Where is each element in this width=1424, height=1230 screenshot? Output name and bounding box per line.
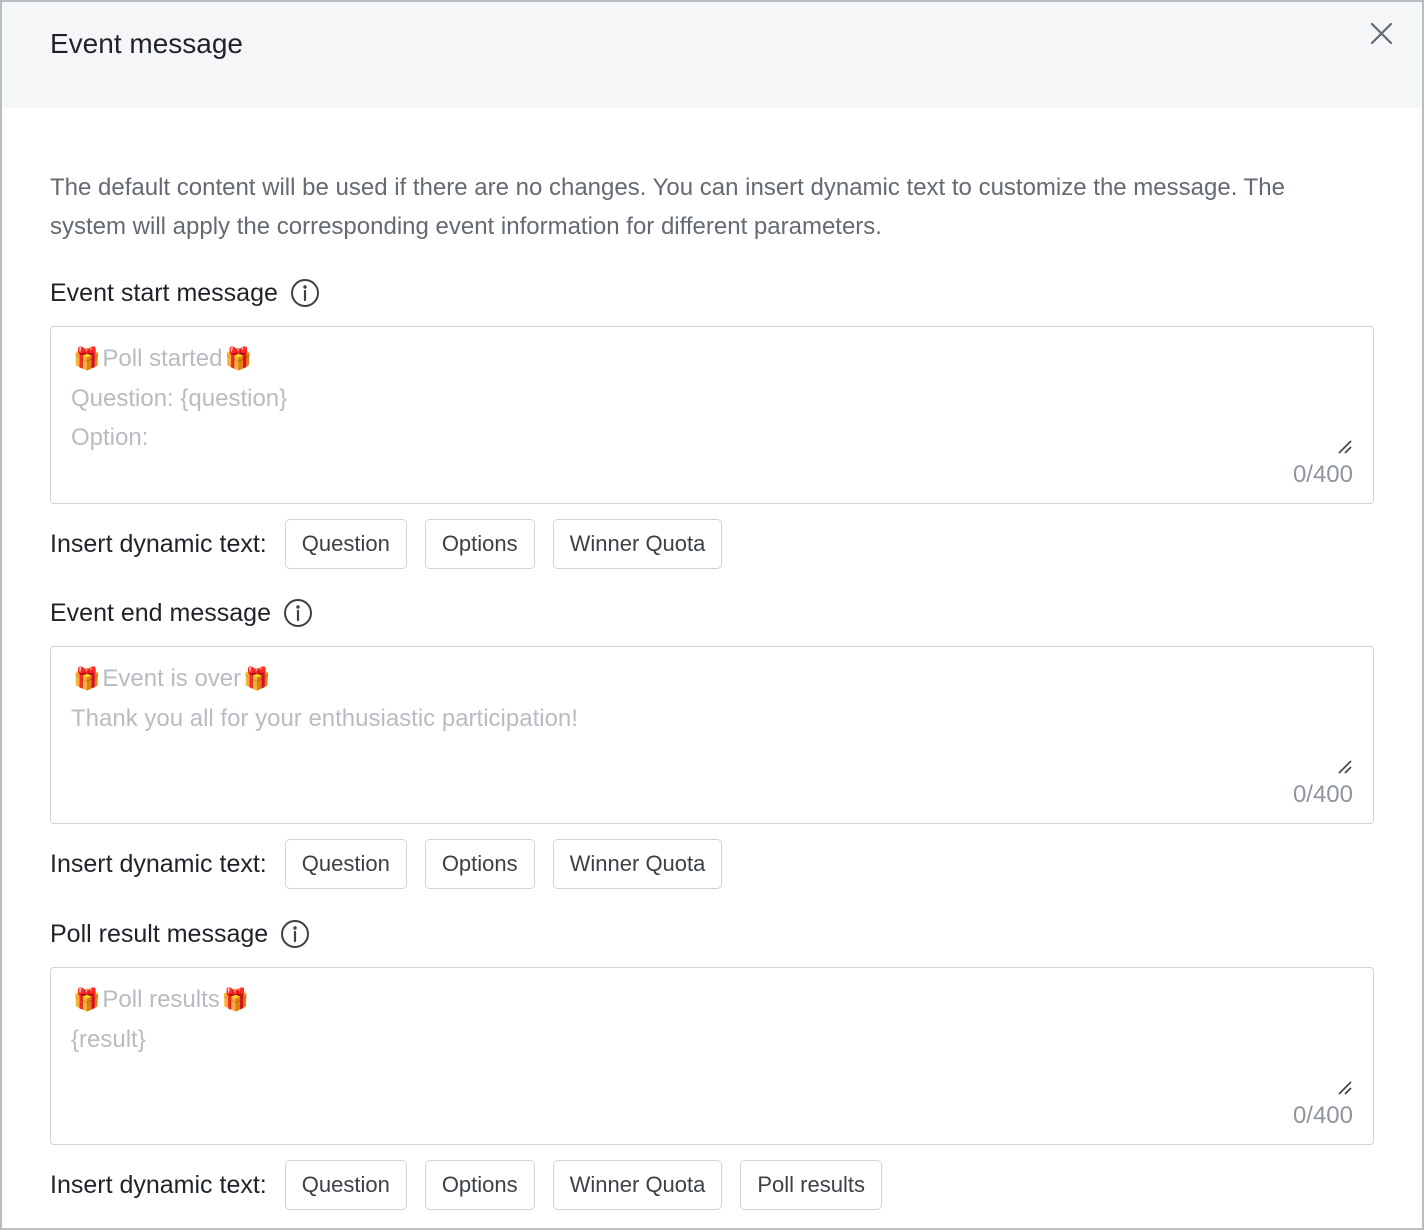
insert-poll-results-button[interactable]: Poll results [740,1160,882,1210]
dialog-header: Event message [2,2,1422,108]
insert-options-button[interactable]: Options [424,1160,535,1210]
gift-icon: 🎁 [224,346,252,371]
placeholder-line: 🎁Event is over🎁 [71,659,578,699]
textarea-placeholder: 🎁Poll started🎁 Question: {question} Option… [71,339,287,458]
info-icon[interactable] [290,278,320,308]
event-message-dialog: Event message The default content will b… [0,0,1424,1230]
insert-dynamic-text-row: Insert dynamic text: Question Options Winne… [50,519,740,569]
section-title: Event end message [50,598,313,628]
insert-dynamic-text-row: Insert dynamic text: Question Options Winne… [50,1160,900,1210]
gift-icon: 🎁 [73,666,101,691]
description-text: The default content will be used if ther… [50,174,1285,240]
placeholder-text: Poll results [102,986,220,1013]
resize-handle-icon[interactable] [1337,759,1353,775]
insert-dynamic-text-label: Insert dynamic text: [50,849,267,878]
info-icon[interactable] [283,598,313,628]
placeholder-line: 🎁Poll started🎁 [71,339,287,379]
section-title: Poll result message [50,919,310,949]
section-title: Event start message [50,278,320,308]
insert-winner-quota-button[interactable]: Winner Quota [552,839,723,889]
insert-question-button[interactable]: Question [284,1160,407,1210]
character-counter: 0/400 [1292,781,1353,808]
insert-question-button[interactable]: Question [284,839,407,889]
character-counter: 0/400 [1292,1102,1353,1129]
insert-options-button[interactable]: Options [424,839,535,889]
message-textarea[interactable]: 🎁Poll results🎁 {result} 0/400 [50,967,1374,1145]
gift-icon: 🎁 [243,666,271,691]
section-title-label: Event start message [50,278,278,307]
dialog-title: Event message [50,28,243,59]
placeholder-line: Thank you all for your enthusiastic part… [71,704,578,732]
close-button[interactable] [1364,18,1398,52]
placeholder-text: Poll started [102,345,223,372]
placeholder-line: Option: [71,424,149,451]
resize-handle-icon[interactable] [1337,439,1353,455]
resize-handle-icon[interactable] [1337,1080,1353,1096]
gift-icon: 🎁 [73,346,101,371]
placeholder-line: {result} [71,1025,146,1053]
character-counter: 0/400 [1292,461,1353,488]
textarea-placeholder: 🎁Poll results🎁 {result} [71,980,251,1059]
insert-dynamic-text-label: Insert dynamic text: [50,529,267,558]
gift-icon: 🎁 [221,987,250,1012]
section-title-label: Poll result message [50,919,269,948]
section-title-label: Event end message [50,598,271,627]
gift-icon: 🎁 [73,987,101,1012]
close-icon[interactable] [1364,18,1398,52]
placeholder-line: Question: {question} [71,384,288,412]
placeholder-line: 🎁Poll results🎁 [71,980,251,1020]
insert-question-button[interactable]: Question [284,519,407,569]
insert-winner-quota-button[interactable]: Winner Quota [552,1160,723,1210]
insert-winner-quota-button[interactable]: Winner Quota [552,519,723,569]
info-icon[interactable] [280,919,310,949]
message-textarea[interactable]: 🎁Event is over🎁 Thank you all for your en… [50,646,1374,824]
insert-dynamic-text-label: Insert dynamic text: [50,1170,267,1199]
insert-options-button[interactable]: Options [424,519,535,569]
insert-dynamic-text-row: Insert dynamic text: Question Options Winne… [50,839,740,889]
placeholder-text: Event is over [102,665,242,692]
message-textarea[interactable]: 🎁Poll started🎁 Question: {question} Option… [50,326,1374,504]
textarea-placeholder: 🎁Event is over🎁 Thank you all for your en… [71,659,578,738]
